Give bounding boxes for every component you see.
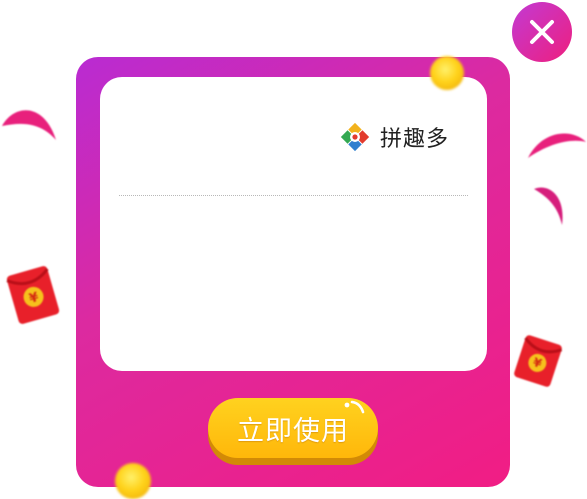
use-now-label: 立即使用 <box>237 415 349 447</box>
confetti-left-icon <box>2 110 56 140</box>
coin-icon <box>115 463 151 499</box>
brand-header: 拼趣多 <box>340 122 449 152</box>
pinquduo-logo-icon <box>340 122 370 152</box>
red-envelope-right-icon: ¥ <box>514 335 563 387</box>
brand-name: 拼趣多 <box>380 127 450 152</box>
dotted-divider <box>119 195 468 196</box>
close-button[interactable] <box>512 2 572 62</box>
confetti-right-bottom-icon <box>534 187 563 225</box>
red-envelope-left-icon: ¥ <box>6 266 60 324</box>
close-icon <box>530 20 554 44</box>
confetti-right-top-icon <box>528 133 586 158</box>
button-shine-icon <box>344 400 365 414</box>
coin-icon <box>430 56 464 90</box>
